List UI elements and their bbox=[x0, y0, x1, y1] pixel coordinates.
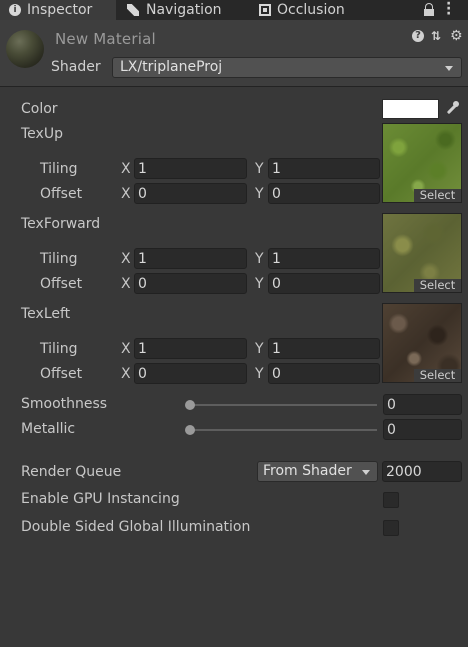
texleft-tiling-x-label: X bbox=[121, 341, 131, 357]
texforward-tiling-y-field[interactable]: 1 bbox=[268, 248, 380, 269]
color-label: Color bbox=[21, 101, 58, 117]
texforward-tiling-x-field[interactable]: 1 bbox=[134, 248, 247, 269]
texup-offset-y-field[interactable]: 0 bbox=[268, 183, 380, 204]
texforward-offset-x-field[interactable]: 0 bbox=[134, 273, 247, 294]
texleft-texture-slot[interactable]: Select bbox=[382, 303, 462, 383]
texforward-select-button[interactable]: Select bbox=[414, 279, 461, 292]
gpu-instancing-checkbox[interactable] bbox=[383, 492, 399, 508]
texup-tiling-y-label: Y bbox=[255, 161, 264, 177]
shader-label: Shader bbox=[51, 59, 101, 75]
texforward-offset-y-field[interactable]: 0 bbox=[268, 273, 380, 294]
texup-offset-y-label: Y bbox=[255, 186, 264, 202]
metallic-value-field[interactable]: 0 bbox=[383, 419, 462, 440]
texleft-tiling-x-field[interactable]: 1 bbox=[134, 338, 247, 359]
texup-offset-x-label: X bbox=[121, 186, 131, 202]
texup-tiling-y-field[interactable]: 1 bbox=[268, 158, 380, 179]
texforward-offset-label: Offset bbox=[40, 276, 83, 292]
texforward-tiling-label: Tiling bbox=[40, 251, 78, 267]
tab-occlusion-label: Occlusion bbox=[277, 2, 345, 18]
texforward-offset-x-label: X bbox=[121, 276, 131, 292]
texleft-offset-x-field[interactable]: 0 bbox=[134, 363, 247, 384]
chevron-down-icon bbox=[362, 470, 370, 475]
shader-dropdown[interactable]: LX/triplaneProj bbox=[112, 57, 462, 78]
metallic-label: Metallic bbox=[21, 421, 76, 437]
render-queue-mode: From Shader bbox=[263, 463, 352, 479]
render-queue-label: Render Queue bbox=[21, 464, 122, 480]
tab-inspector-label: Inspector bbox=[27, 2, 93, 18]
preset-icon[interactable]: ⇅ bbox=[430, 30, 442, 42]
tab-navigation-label: Navigation bbox=[146, 2, 222, 18]
occlusion-icon bbox=[259, 4, 271, 16]
material-preview-sphere bbox=[6, 30, 44, 68]
tab-occlusion[interactable]: Occlusion bbox=[250, 0, 370, 20]
smoothness-value-field[interactable]: 0 bbox=[383, 394, 462, 415]
material-name: New Material bbox=[55, 30, 156, 48]
more-options-icon[interactable]: · · · bbox=[446, 0, 452, 21]
metallic-slider-track[interactable] bbox=[190, 429, 377, 431]
texup-tiling-label: Tiling bbox=[40, 161, 78, 177]
texforward-tiling-x-label: X bbox=[121, 251, 131, 267]
info-icon: i bbox=[9, 4, 21, 16]
texleft-tiling-label: Tiling bbox=[40, 341, 78, 357]
texup-select-button[interactable]: Select bbox=[414, 189, 461, 202]
gear-icon[interactable]: ⚙ bbox=[450, 29, 463, 43]
double-sided-gi-label: Double Sided Global Illumination bbox=[21, 519, 251, 535]
color-swatch[interactable] bbox=[382, 99, 439, 119]
texup-texture-slot[interactable]: Select bbox=[382, 123, 462, 203]
texup-offset-x-field[interactable]: 0 bbox=[134, 183, 247, 204]
smoothness-slider-track[interactable] bbox=[190, 404, 377, 406]
chevron-down-icon bbox=[445, 66, 453, 71]
help-icon[interactable]: ? bbox=[412, 30, 424, 42]
double-sided-gi-checkbox[interactable] bbox=[383, 520, 399, 536]
tab-inspector[interactable]: i Inspector bbox=[0, 0, 116, 20]
texleft-offset-label: Offset bbox=[40, 366, 83, 382]
texup-tiling-x-label: X bbox=[121, 161, 131, 177]
render-queue-value-field[interactable]: 2000 bbox=[382, 461, 462, 482]
smoothness-label: Smoothness bbox=[21, 396, 108, 412]
smoothness-slider-knob[interactable] bbox=[185, 400, 195, 410]
texleft-select-button[interactable]: Select bbox=[414, 369, 461, 382]
texforward-label: TexForward bbox=[21, 216, 101, 232]
metallic-slider-knob[interactable] bbox=[185, 425, 195, 435]
lock-icon[interactable] bbox=[424, 3, 434, 16]
texforward-tiling-y-label: Y bbox=[255, 251, 264, 267]
texup-tiling-x-field[interactable]: 1 bbox=[134, 158, 247, 179]
render-queue-dropdown[interactable]: From Shader bbox=[257, 461, 378, 482]
texleft-offset-y-field[interactable]: 0 bbox=[268, 363, 380, 384]
texup-offset-label: Offset bbox=[40, 186, 83, 202]
texleft-tiling-y-field[interactable]: 1 bbox=[268, 338, 380, 359]
texforward-offset-y-label: Y bbox=[255, 276, 264, 292]
texleft-offset-y-label: Y bbox=[255, 366, 264, 382]
texleft-tiling-y-label: Y bbox=[255, 341, 264, 357]
texleft-label: TexLeft bbox=[21, 306, 71, 322]
gpu-instancing-label: Enable GPU Instancing bbox=[21, 491, 180, 507]
texleft-offset-x-label: X bbox=[121, 366, 131, 382]
eyedropper-icon[interactable] bbox=[444, 101, 460, 117]
texup-label: TexUp bbox=[21, 126, 63, 142]
shader-value: LX/triplaneProj bbox=[120, 59, 223, 75]
tab-navigation[interactable]: Navigation bbox=[116, 0, 250, 20]
navigation-icon bbox=[127, 4, 139, 16]
texforward-texture-slot[interactable]: Select bbox=[382, 213, 462, 293]
